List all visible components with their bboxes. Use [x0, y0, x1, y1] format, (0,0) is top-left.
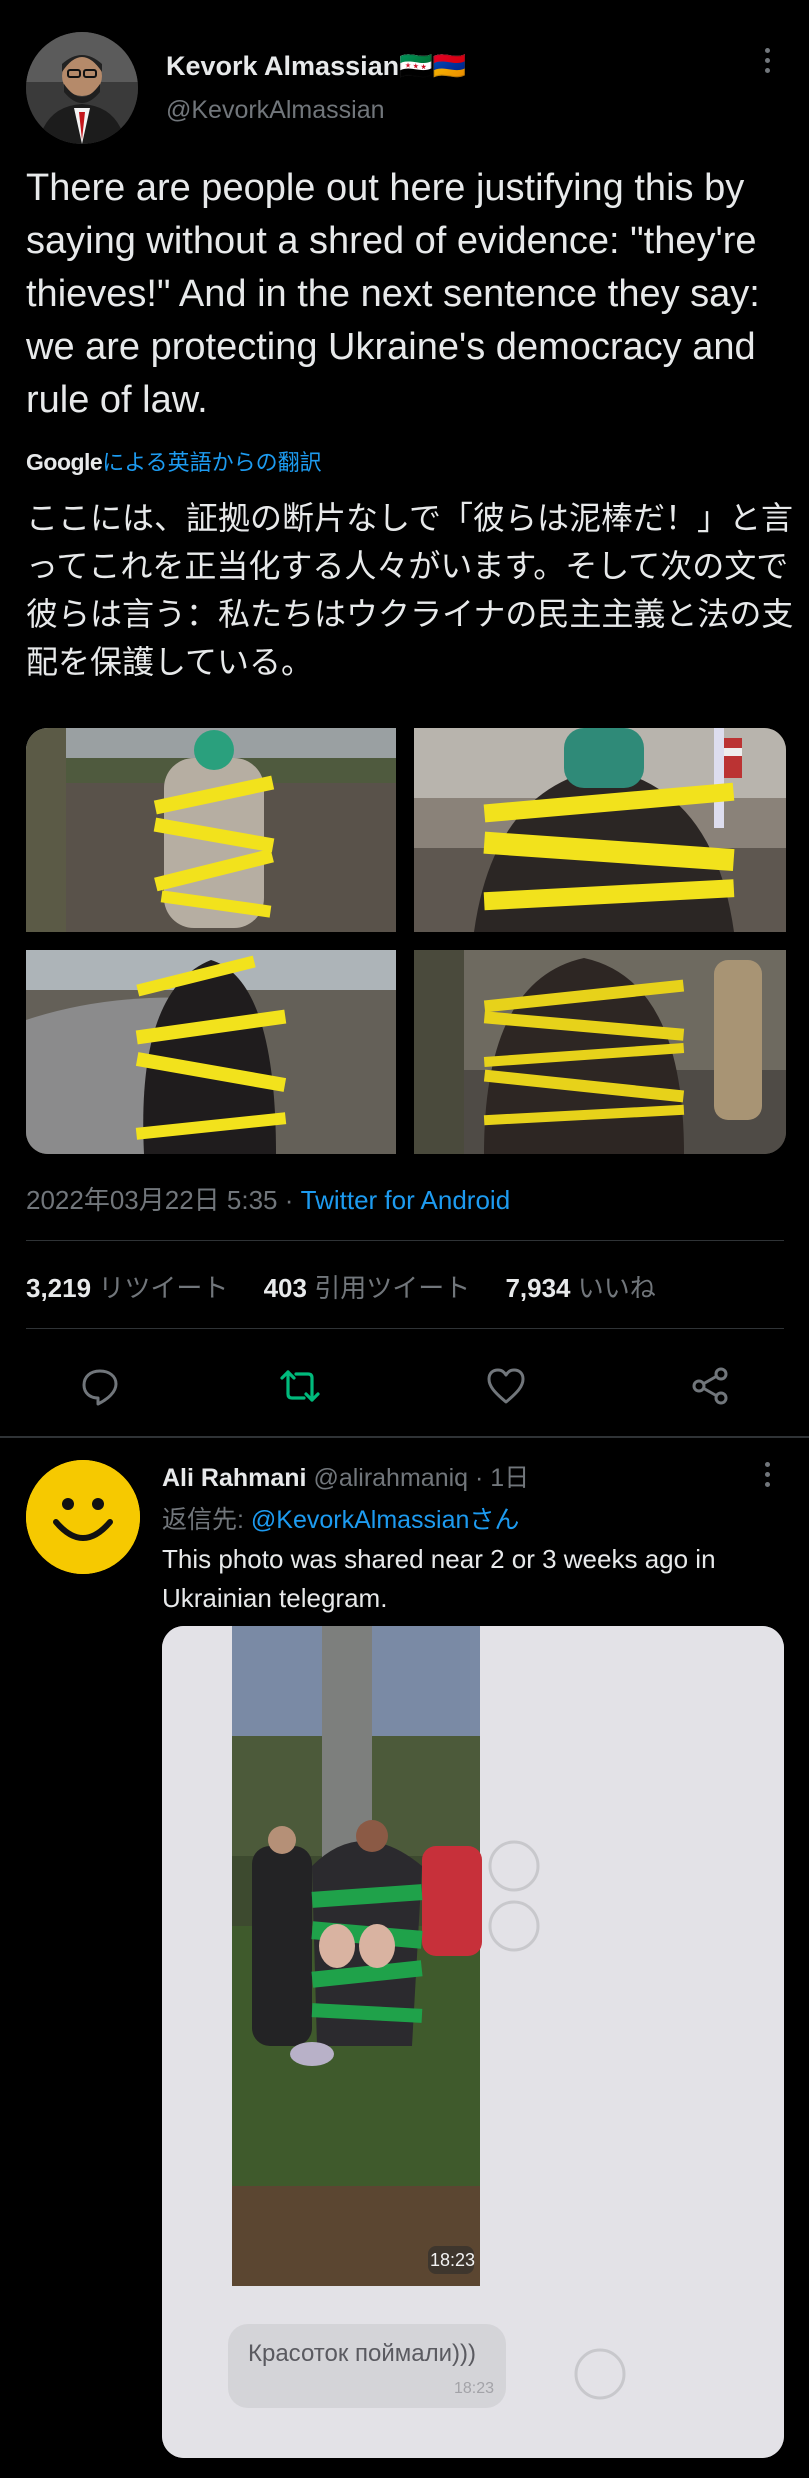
- like-count-label[interactable]: いいね: [578, 1273, 656, 1303]
- timestamp[interactable]: 2022年03月22日 5:35: [26, 1185, 278, 1215]
- embedded-photo-time: 18:23: [430, 2250, 476, 2270]
- heart-icon[interactable]: [484, 1364, 528, 1408]
- author-avatar[interactable]: [26, 32, 138, 144]
- translation-attribution[interactable]: Googleによる英語からの翻訳: [26, 445, 322, 477]
- retweet-count[interactable]: 3,219: [26, 1273, 91, 1303]
- tweet-photo-2[interactable]: [414, 728, 786, 932]
- embedded-message-time: 18:23: [454, 2380, 495, 2397]
- reply-to-label: 返信先:: [162, 1506, 251, 1534]
- author-handle[interactable]: @KevorkAlmassian: [166, 96, 385, 125]
- section-divider: [0, 1436, 809, 1438]
- reply-header: Ali Rahmani @alirahmaniq · 1日: [162, 1458, 529, 1494]
- author-name[interactable]: Kevork Almassian🇸🇾🇦🇲: [166, 50, 466, 82]
- reply-author-name[interactable]: Ali Rahmani: [162, 1464, 306, 1492]
- divider: [26, 1240, 784, 1241]
- client-link[interactable]: Twitter for Android: [301, 1185, 511, 1215]
- meta-separator: ·: [277, 1185, 301, 1215]
- share-icon[interactable]: [688, 1364, 732, 1408]
- retweet-icon[interactable]: [278, 1364, 322, 1408]
- tweet-stats: 3,219 リツイート 403 引用ツイート 7,934 いいね: [26, 1268, 684, 1305]
- tweet-photo-3[interactable]: [26, 950, 396, 1154]
- quote-count-label[interactable]: 引用ツイート: [314, 1273, 470, 1303]
- translated-text: ここには、証拠の断片なしで「彼らは泥棒だ！」と言ってこれを正当化する人々がいます…: [26, 500, 794, 680]
- more-options-icon[interactable]: [752, 48, 782, 84]
- embedded-message: Красоток поймали))): [248, 2340, 476, 2367]
- photo-grid: [26, 728, 786, 1154]
- reply-author-avatar[interactable]: [26, 1460, 140, 1574]
- like-count[interactable]: 7,934: [505, 1273, 570, 1303]
- tweet-photo-4[interactable]: [414, 950, 786, 1154]
- divider: [26, 1328, 784, 1329]
- retweet-count-label[interactable]: リツイート: [98, 1273, 228, 1303]
- reply-author-handle[interactable]: @alirahmaniq: [313, 1464, 468, 1492]
- google-logo: Google: [26, 449, 103, 475]
- tweet-meta: 2022年03月22日 5:35 · Twitter for Android: [26, 1180, 510, 1217]
- reply-icon[interactable]: [78, 1364, 122, 1408]
- reply-more-options-icon[interactable]: [752, 1462, 782, 1498]
- reply-text: This photo was shared near 2 or 3 weeks …: [162, 1544, 716, 1613]
- reply-to-line: 返信先: @KevorkAlmassianさん: [162, 1500, 519, 1536]
- translation-label[interactable]: による英語からの翻訳: [102, 450, 321, 475]
- quote-count[interactable]: 403: [264, 1273, 307, 1303]
- reply-photo[interactable]: 18:23 Красоток поймали))) 18:23: [162, 1626, 784, 2458]
- tweet-text: There are people out here justifying thi…: [26, 167, 760, 421]
- reply-time[interactable]: · 1日: [475, 1464, 529, 1492]
- reply-to-handle[interactable]: @KevorkAlmassianさん: [251, 1506, 520, 1534]
- tweet-photo-1[interactable]: [26, 728, 396, 932]
